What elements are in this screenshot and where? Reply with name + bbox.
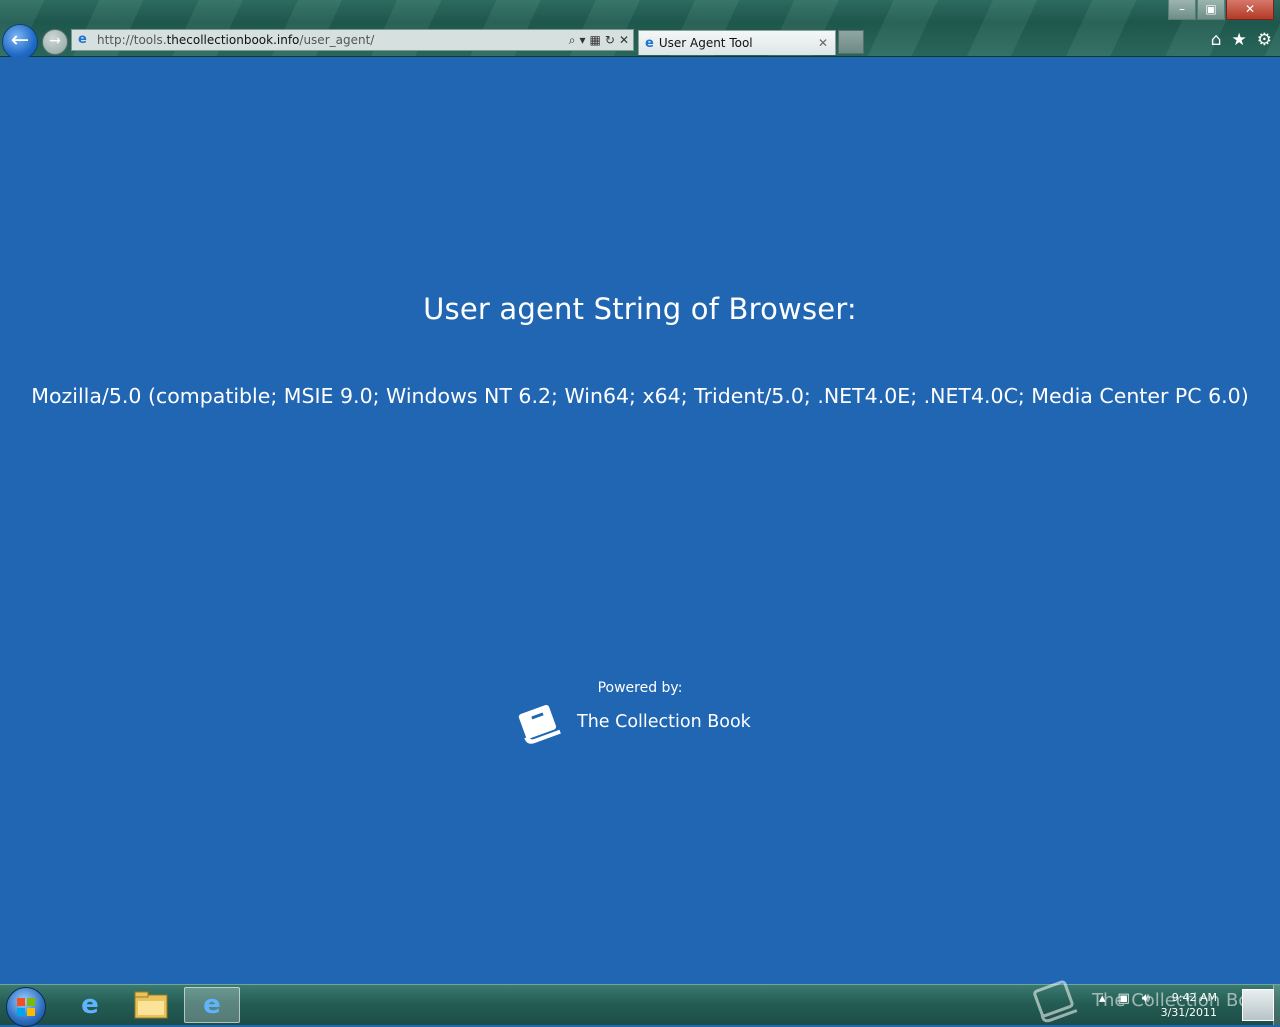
taskbar: e e The Collection Book ▴ ▣ 🔊︎ 9:42 AM 3… bbox=[0, 980, 1280, 1027]
url-domain: thecollectionbook.info bbox=[166, 33, 300, 47]
brand-link[interactable]: The Collection Book bbox=[514, 698, 751, 748]
user-avatar[interactable] bbox=[1242, 989, 1274, 1021]
gear-icon[interactable]: ⚙ bbox=[1257, 30, 1272, 50]
clock-time: 9:42 AM bbox=[1171, 991, 1217, 1004]
compatibility-view-icon[interactable]: ▦ bbox=[590, 33, 601, 48]
internet-explorer-taskbar-icon[interactable]: e bbox=[62, 987, 118, 1023]
network-icon[interactable]: ▣ bbox=[1118, 991, 1130, 1006]
dropdown-icon[interactable]: ▾ bbox=[580, 33, 586, 48]
minimize-button[interactable]: – bbox=[1168, 0, 1196, 20]
command-icons: ⌂ ★ ⚙ bbox=[1211, 30, 1272, 50]
close-window-button[interactable]: ✕ bbox=[1226, 0, 1274, 20]
close-tab-icon[interactable]: ✕ bbox=[815, 36, 831, 50]
clock-date: 3/31/2011 bbox=[1160, 1006, 1217, 1019]
tab-title: User Agent Tool bbox=[658, 36, 753, 50]
page-heading: User agent String of Browser: bbox=[423, 292, 857, 326]
user-agent-string: Mozilla/5.0 (compatible; MSIE 9.0; Windo… bbox=[31, 384, 1249, 408]
back-button[interactable]: ← bbox=[2, 24, 38, 60]
book-watermark-icon bbox=[1033, 980, 1078, 1023]
volume-icon[interactable]: 🔊︎ bbox=[1142, 991, 1150, 1006]
book-logo-icon bbox=[518, 704, 561, 744]
home-icon[interactable]: ⌂ bbox=[1211, 30, 1222, 50]
back-arrow-icon: ← bbox=[10, 28, 30, 53]
forward-arrow-icon: → bbox=[49, 33, 61, 49]
tab-user-agent-tool[interactable]: e User Agent Tool ✕ bbox=[638, 30, 836, 55]
restore-button[interactable]: ▣ bbox=[1197, 0, 1225, 20]
ie-tab-icon: e bbox=[645, 35, 654, 51]
system-tray: ▴ ▣ 🔊︎ bbox=[1099, 991, 1150, 1006]
page-content: User agent String of Browser: Mozilla/5.… bbox=[0, 57, 1280, 984]
address-bar[interactable]: e http://tools.thecollectionbook.info/us… bbox=[71, 29, 634, 51]
stop-icon[interactable]: ✕ bbox=[619, 33, 629, 48]
new-tab-button[interactable] bbox=[838, 30, 864, 54]
browser-chrome: – ▣ ✕ ← → e http://tools.thecollectionbo… bbox=[0, 0, 1280, 60]
powered-by-label: Powered by: bbox=[597, 680, 683, 696]
refresh-icon[interactable]: ↻ bbox=[605, 33, 615, 48]
file-explorer-taskbar-icon[interactable] bbox=[123, 987, 179, 1023]
windows-logo-icon bbox=[17, 998, 35, 1016]
forward-button[interactable]: → bbox=[42, 29, 68, 55]
window-controls: – ▣ ✕ bbox=[1167, 0, 1274, 20]
favorites-star-icon[interactable]: ★ bbox=[1232, 30, 1247, 50]
search-icon[interactable]: ⌕ bbox=[569, 33, 576, 48]
url-path: /user_agent/ bbox=[299, 33, 375, 47]
collection-book-watermark: The Collection Book bbox=[1030, 975, 1271, 1025]
show-desktop-button[interactable] bbox=[1273, 985, 1280, 1025]
start-button[interactable] bbox=[6, 987, 46, 1027]
folder-icon bbox=[134, 991, 168, 1019]
internet-explorer-active-taskbar-icon[interactable]: e bbox=[184, 987, 240, 1023]
address-tools: ⌕ ▾ ▦ ↻ ✕ bbox=[569, 33, 633, 48]
brand-name: The Collection Book bbox=[577, 712, 751, 732]
ie-page-icon: e bbox=[78, 32, 87, 47]
show-hidden-icons-icon[interactable]: ▴ bbox=[1099, 991, 1106, 1006]
url-prefix: http://tools. bbox=[97, 33, 167, 47]
system-clock[interactable]: 9:42 AM 3/31/2011 bbox=[1161, 990, 1217, 1020]
address-url[interactable]: http://tools.thecollectionbook.info/user… bbox=[97, 33, 569, 47]
